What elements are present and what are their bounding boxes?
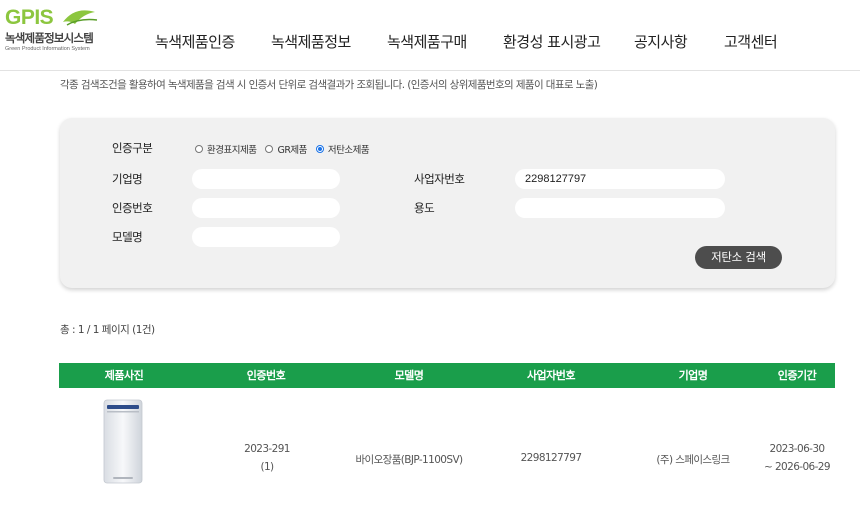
radio-gr[interactable]: GR제품: [265, 142, 307, 156]
column-header-model: 모델명: [394, 369, 424, 382]
nav-item-certification[interactable]: 녹색제품인증: [155, 31, 235, 52]
radio-low-carbon[interactable]: 저탄소제품: [315, 142, 370, 156]
search-panel: 인증구분 환경표지제품 GR제품 저탄소제품 기업명 사업자번호 인증번호 용도…: [60, 118, 835, 288]
logo-text: GPIS: [5, 6, 54, 29]
radio-indicator-selected: [315, 145, 324, 153]
cert-type-radio-group: 환경표지제품 GR제품 저탄소제품: [195, 142, 378, 156]
radio-indicator: [195, 145, 203, 153]
logo-korean: 녹색제품정보시스템: [5, 31, 94, 45]
company-label: 기업명: [112, 172, 143, 186]
logo-english: Green Product Information System: [5, 46, 90, 52]
radio-indicator: [265, 145, 274, 153]
model-cell[interactable]: 바이오장품(BJP-1100SV): [344, 452, 474, 467]
column-header-company: 기업명: [678, 369, 708, 382]
nav-item-notice[interactable]: 공지사항: [634, 31, 688, 52]
model-input[interactable]: [192, 227, 340, 247]
site-header: GPIS 녹색제품정보시스템 Green Product Information…: [0, 0, 860, 71]
bizno-input[interactable]: [515, 169, 725, 189]
biz-no-cell: 2298127797: [520, 452, 582, 464]
model-label: 모델명: [112, 230, 143, 244]
radio-label: GR제품: [277, 145, 307, 156]
nav-item-customer-center[interactable]: 고객센터: [724, 31, 778, 52]
column-header-period: 인증기간: [777, 369, 817, 382]
radio-label: 환경표지제품: [207, 145, 257, 156]
usage-label: 용도: [414, 201, 435, 215]
site-logo[interactable]: GPIS 녹색제품정보시스템 Green Product Information…: [5, 6, 115, 54]
cert-no-cell: 2023-291: [244, 443, 290, 455]
result-count: 총 : 1 / 1 페이지 (1건): [60, 324, 155, 336]
leaf-icon: [63, 10, 98, 26]
low-carbon-search-button[interactable]: 저탄소 검색: [695, 246, 782, 269]
radio-label: 저탄소제품: [327, 145, 370, 156]
search-description: 각종 검색조건을 활용하여 녹색제품을 검색 시 인증서 단위로 검색결과가 조…: [60, 79, 598, 91]
nav-item-product-info[interactable]: 녹색제품정보: [271, 31, 351, 52]
cert-sub-cell: (1): [260, 461, 274, 473]
nav-item-purchase[interactable]: 녹색제품구매: [387, 31, 467, 52]
period-end-cell: ~ 2026-06-29: [764, 461, 831, 473]
bizno-label: 사업자번호: [414, 172, 465, 186]
certno-input[interactable]: [192, 198, 340, 218]
company-cell: (주) 스페이스링크: [656, 454, 730, 466]
usage-input[interactable]: [515, 198, 725, 218]
column-header-photo: 제품사진: [104, 369, 144, 382]
product-photo[interactable]: [101, 399, 145, 484]
certno-label: 인증번호: [112, 201, 153, 215]
nav-item-env-advertising[interactable]: 환경성 표시광고: [503, 31, 601, 52]
column-header-cert-no: 인증번호: [246, 369, 286, 382]
company-input[interactable]: [192, 169, 340, 189]
cert-type-label: 인증구분: [112, 141, 153, 155]
period-start-cell: 2023-06-30: [769, 443, 825, 455]
column-header-biz-no: 사업자번호: [526, 369, 576, 382]
table-header: 제품사진 인증번호 모델명 사업자번호 기업명 인증기간: [59, 363, 835, 388]
radio-eco-label[interactable]: 환경표지제품: [195, 142, 257, 156]
